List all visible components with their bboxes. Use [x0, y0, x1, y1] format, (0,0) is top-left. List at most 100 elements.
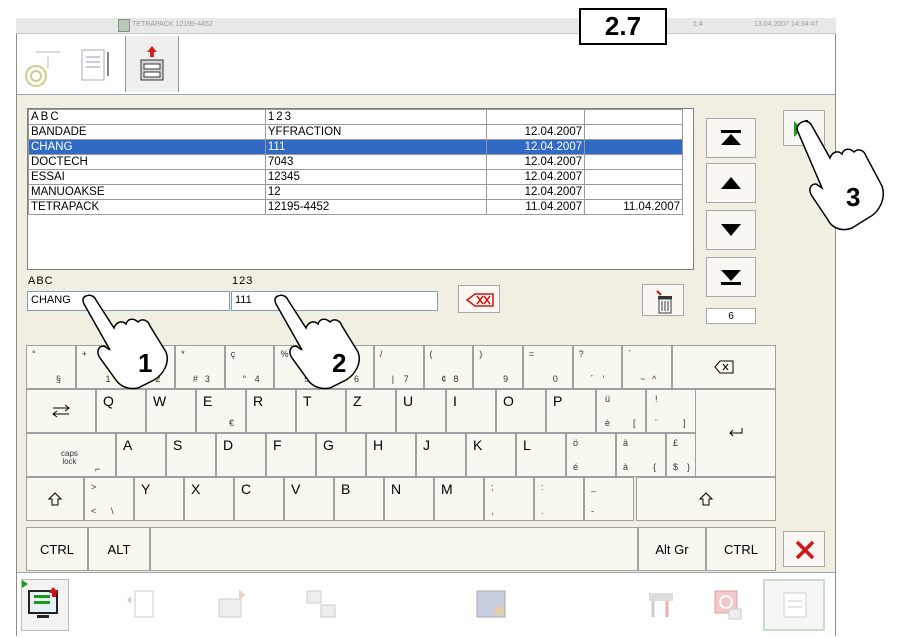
key-5[interactable]: ç 4 ° — [224, 345, 275, 389]
key-row4-1[interactable]: > < \ — [84, 477, 134, 521]
key-row4-5[interactable]: V — [284, 477, 334, 521]
key-t[interactable]: T — [296, 389, 346, 433]
key-umlaut-1[interactable]: ü è [ — [596, 389, 646, 433]
caps-lock-key[interactable]: caps lock ⌐ — [26, 433, 116, 477]
key-label: I — [453, 393, 457, 409]
key-u[interactable]: U — [396, 389, 446, 433]
alt-key[interactable]: ALT — [88, 527, 150, 571]
table-row[interactable]: TETRAPACK 12195-4452 11.04.2007 11.04.2007 — [28, 199, 683, 215]
nav-display-button[interactable] — [467, 579, 515, 631]
key-i[interactable]: I — [446, 389, 496, 433]
key-alt-label: ° — [242, 374, 247, 384]
key-k[interactable]: K — [466, 433, 516, 477]
tab-key[interactable] — [26, 389, 96, 433]
trash-icon — [656, 290, 672, 314]
delete-record-button[interactable] — [642, 284, 684, 316]
cell-date1: 12.04.2007 — [486, 139, 586, 155]
table-row[interactable]: ESSAI 12345 12.04.2007 — [28, 169, 683, 185]
key-l[interactable]: L — [516, 433, 566, 477]
key-accent-2[interactable]: ä à { — [616, 433, 666, 477]
record-count: 6 — [706, 308, 756, 324]
key-e[interactable]: E € — [196, 389, 246, 433]
record-list[interactable]: ABC 123 BANDADE YFFRACTION 12.04.2007 CHAN… — [27, 108, 694, 270]
left-shift-key[interactable] — [26, 477, 84, 521]
scroll-last-button[interactable] — [706, 257, 756, 297]
key-11[interactable]: = 0 — [522, 345, 573, 389]
key-shift-label: = — [528, 349, 535, 359]
key-umlaut-2[interactable]: ! ¨] — [646, 389, 696, 433]
key-p[interactable]: P — [546, 389, 596, 433]
key-punct-1[interactable]: ;, — [484, 477, 534, 521]
column-header-date2[interactable] — [584, 109, 683, 125]
tool-archive-button[interactable] — [125, 36, 179, 92]
scroll-up-button[interactable] — [706, 163, 756, 203]
nav-tools-button[interactable] — [637, 579, 685, 631]
key-f[interactable]: F — [266, 433, 316, 477]
table-row-selected[interactable]: CHANG 111 12.04.2007 — [28, 139, 683, 155]
key-a[interactable]: A — [116, 433, 166, 477]
key-row4-4[interactable]: C — [234, 477, 284, 521]
bottom-toolbar — [17, 572, 835, 637]
caps-lock-label: caps lock — [61, 449, 78, 466]
key-d[interactable]: D — [216, 433, 266, 477]
table-row[interactable]: DOCTECH 7043 12.04.2007 — [28, 154, 683, 170]
key-label: X — [191, 481, 201, 497]
key-12[interactable]: ? ' ´ — [572, 345, 623, 389]
key-accent-1[interactable]: öé — [566, 433, 616, 477]
scroll-down-button[interactable] — [706, 210, 756, 250]
key-z[interactable]: Z — [346, 389, 396, 433]
key-h[interactable]: H — [366, 433, 416, 477]
key-main-label: 7 — [403, 374, 409, 384]
key-row4-2[interactable]: Y — [134, 477, 184, 521]
key-g[interactable]: G — [316, 433, 366, 477]
column-header-abc[interactable]: ABC — [28, 109, 266, 125]
key-label: B — [341, 481, 351, 497]
key-q[interactable]: Q — [96, 389, 146, 433]
key-main-label: ^ — [652, 374, 657, 384]
key-row4-6[interactable]: B — [334, 477, 384, 521]
backspace-key[interactable] — [672, 345, 776, 389]
column-header-123[interactable]: 123 — [264, 109, 488, 125]
table-row[interactable]: MANUOAKSE 12 12.04.2007 — [28, 184, 683, 200]
key-s[interactable]: S — [166, 433, 216, 477]
key-accent-3[interactable]: £ $} — [666, 433, 696, 477]
key-1[interactable]: ° § — [26, 345, 76, 389]
tool-notes-button[interactable] — [73, 38, 119, 92]
table-row[interactable]: BANDADE YFFRACTION 12.04.2007 — [28, 124, 683, 140]
key-shift-label: _ — [591, 482, 597, 492]
key-main-label: 8 — [453, 374, 459, 384]
nav-transfer-button[interactable] — [207, 579, 255, 631]
nav-network-button[interactable] — [297, 579, 345, 631]
key-r[interactable]: R — [246, 389, 296, 433]
scroll-first-button[interactable] — [706, 118, 756, 158]
column-header-date1[interactable] — [486, 109, 586, 125]
app-icon — [118, 19, 130, 32]
space-key[interactable] — [150, 527, 638, 571]
nav-service-button[interactable] — [703, 579, 751, 631]
alt-gr-key[interactable]: Alt Gr — [638, 527, 706, 571]
key-w[interactable]: W — [146, 389, 196, 433]
display-panel-icon — [476, 590, 506, 618]
nav-back-doc-button[interactable] — [117, 579, 165, 631]
nav-settings-button[interactable] — [763, 579, 825, 631]
key-10[interactable]: ) 9 — [473, 345, 523, 389]
clear-field-button[interactable] — [458, 285, 500, 313]
key-13[interactable]: ` ^ ~ — [622, 345, 672, 389]
cancel-button[interactable] — [783, 531, 825, 567]
key-punct-2[interactable]: :. — [534, 477, 584, 521]
enter-key[interactable] — [696, 389, 776, 477]
key-9[interactable]: (8 ¢ — [423, 345, 474, 389]
key-main-label: , — [491, 506, 494, 516]
key-j[interactable]: J — [416, 433, 466, 477]
key-row4-3[interactable]: X — [184, 477, 234, 521]
ctrl-right-key[interactable]: CTRL — [706, 527, 776, 571]
ctrl-left-key[interactable]: CTRL — [26, 527, 88, 571]
key-o[interactable]: O — [496, 389, 546, 433]
key-main-label: ' — [602, 374, 605, 384]
key-row4-8[interactable]: M — [434, 477, 484, 521]
right-shift-key[interactable] — [636, 477, 776, 521]
nav-data-button[interactable] — [21, 579, 69, 631]
key-punct-3[interactable]: _ - — [584, 477, 634, 521]
tool-measure-button[interactable] — [19, 38, 65, 92]
key-row4-7[interactable]: N — [384, 477, 434, 521]
